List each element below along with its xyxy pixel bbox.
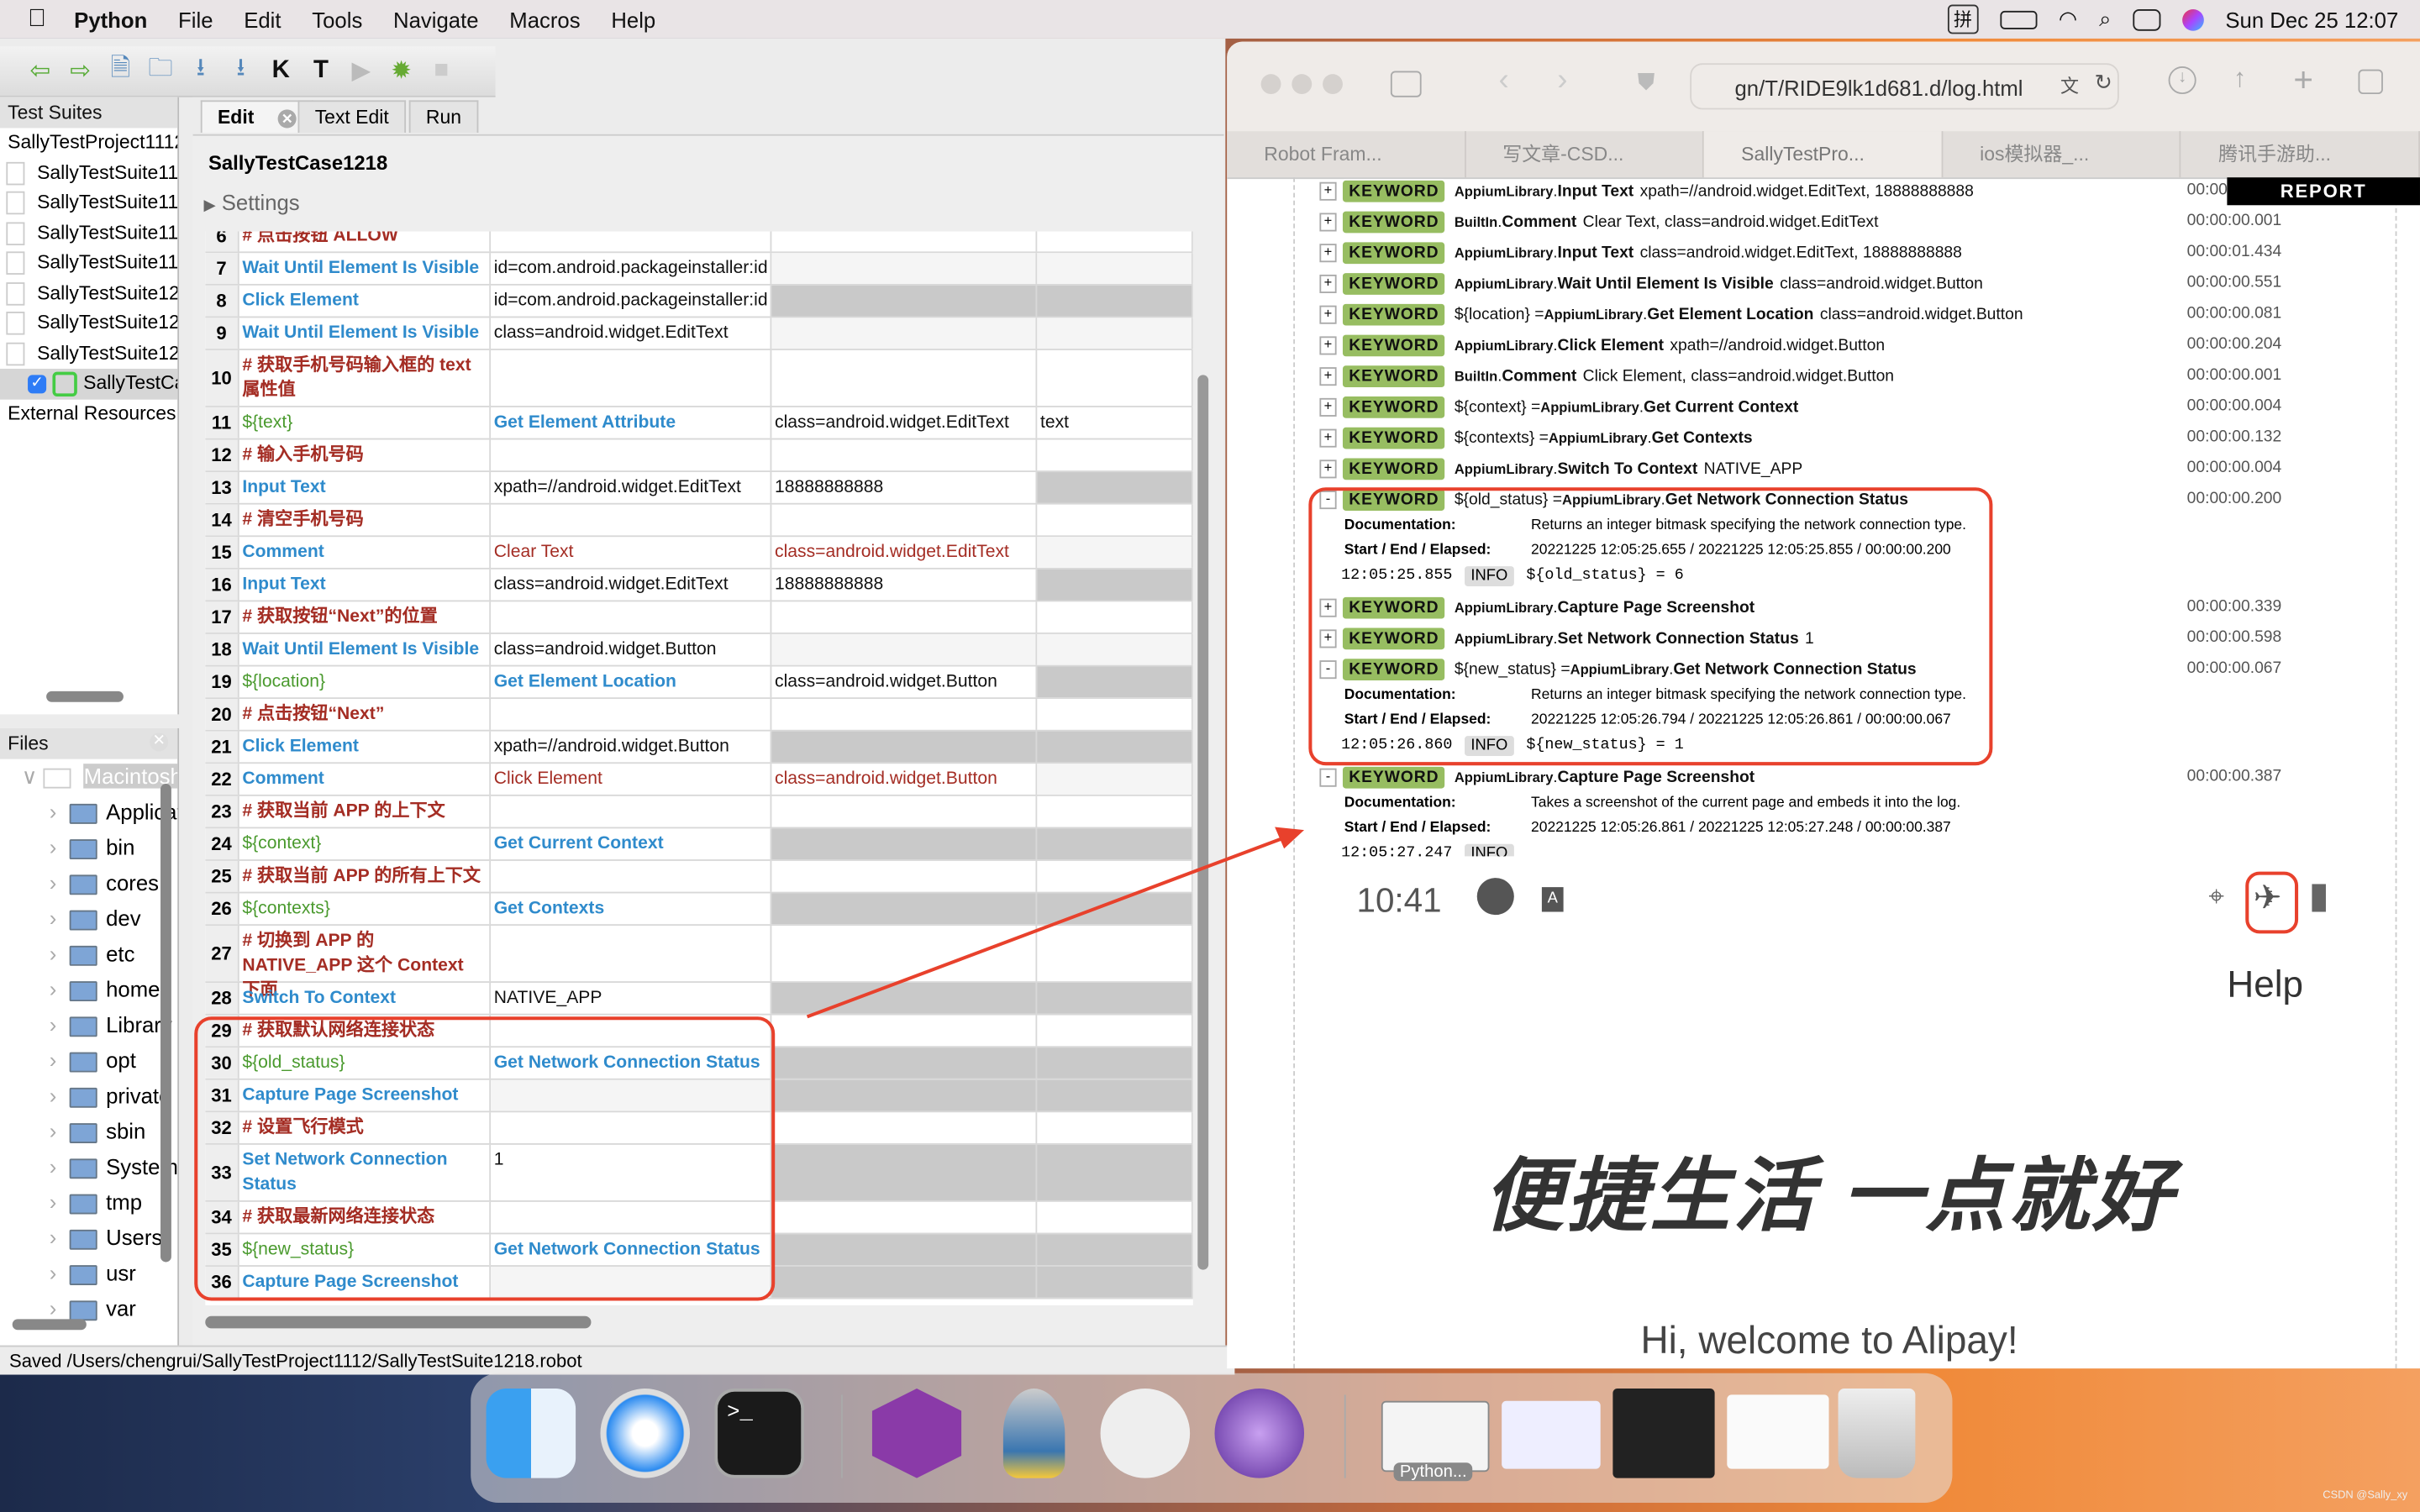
annotation-arrow-line [806, 836, 1285, 1019]
annotation-box-log [1308, 487, 1993, 766]
dock-python-label: Python... [1393, 1462, 1474, 1482]
dock-app-circle-icon[interactable] [1214, 1389, 1305, 1478]
annotation-overlay [194, 487, 2299, 1301]
dock-terminal-window-thumb[interactable] [1612, 1389, 1715, 1478]
dock-trash-icon[interactable] [1838, 1389, 1916, 1478]
dock-python-rocket-icon[interactable] [1002, 1389, 1065, 1478]
annotation-box-grid [194, 1016, 776, 1301]
watermark: CSDN @Sally_xy [2323, 1490, 2408, 1502]
annotation-box-airplane [2245, 871, 2299, 934]
dock-finder-window-thumb[interactable] [1502, 1400, 1601, 1469]
dock-python-window-thumb[interactable] [1381, 1400, 1490, 1473]
dock: >_ Python... [471, 1373, 1953, 1503]
dock-app-hexagon-icon[interactable] [871, 1389, 962, 1478]
dock-app-rings-icon[interactable] [1100, 1389, 1191, 1478]
dock-finder-icon[interactable] [486, 1389, 576, 1478]
annotation-arrow-head [1275, 827, 1305, 849]
dock-terminal-icon[interactable]: >_ [714, 1389, 804, 1478]
desktop:  Python File Edit Tools Navigate Macros… [0, 0, 2420, 1512]
dock-safari-icon[interactable] [600, 1389, 691, 1478]
dock-document-window-thumb[interactable] [1727, 1394, 1829, 1469]
